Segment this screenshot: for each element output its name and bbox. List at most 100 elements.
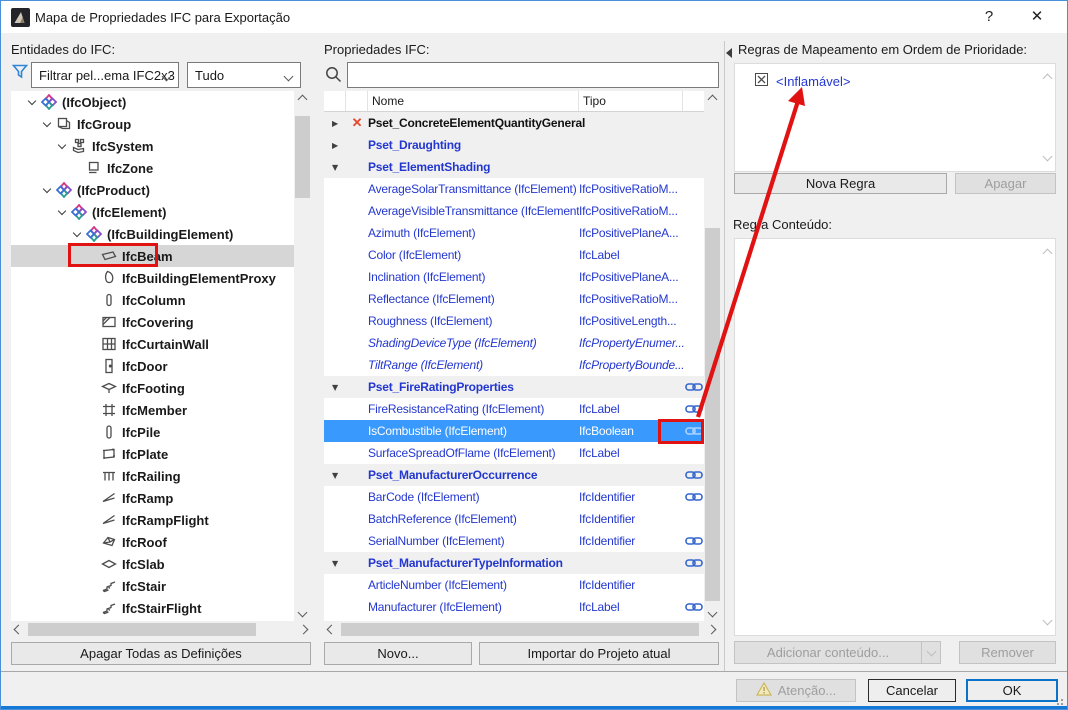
- property-row[interactable]: BarCode (IfcElement) IfcIdentifier: [324, 486, 704, 508]
- tree-item-ifcbuildingelementproxy[interactable]: IfcBuildingElementProxy: [11, 267, 294, 289]
- filter-scheme-select[interactable]: Filtrar pel...ema IFC2x3: [31, 62, 179, 88]
- scroll-up-icon[interactable]: [1042, 73, 1053, 84]
- pset-row[interactable]: ▶ Pset_Draughting: [324, 134, 704, 156]
- tree-item-ifccovering[interactable]: IfcCovering: [11, 311, 294, 333]
- tree-vertical-scrollbar[interactable]: [294, 91, 311, 621]
- table-horizontal-scrollbar[interactable]: [324, 622, 719, 637]
- tree-item-ifcelement[interactable]: (IfcElement): [11, 201, 294, 223]
- tree-item-ifcbuildingelement[interactable]: (IfcBuildingElement): [11, 223, 294, 245]
- import-from-project-button[interactable]: Importar do Projeto atual: [479, 642, 719, 665]
- pset-row[interactable]: ▼ Pset_ManufacturerOccurrence: [324, 464, 704, 486]
- new-rule-button[interactable]: Nova Regra: [734, 173, 947, 194]
- tree-horizontal-scrollbar[interactable]: [11, 622, 311, 637]
- property-row[interactable]: SerialNumber (IfcElement) IfcIdentifier: [324, 530, 704, 552]
- warning-button[interactable]: Atenção...: [736, 679, 856, 702]
- resize-grip[interactable]: [1054, 694, 1064, 705]
- tree-expand-icon[interactable]: [55, 206, 69, 216]
- scroll-down-icon[interactable]: [1042, 151, 1053, 162]
- property-name: Manufacturer (IfcElement): [368, 600, 502, 614]
- property-row[interactable]: Roughness (IfcElement) IfcPositiveLength.…: [324, 310, 704, 332]
- column-header-type[interactable]: Tipo: [579, 91, 683, 111]
- tree-item-ifccurtainwall[interactable]: IfcCurtainWall: [11, 333, 294, 355]
- expander-icon[interactable]: ▶: [324, 119, 346, 128]
- expander-icon[interactable]: ▶: [324, 141, 346, 150]
- tree-item-ifcobject[interactable]: (IfcObject): [11, 91, 294, 113]
- property-row[interactable]: BatchReference (IfcElement) IfcIdentifier: [324, 508, 704, 530]
- rule-content-label: Regra Conteúdo:: [733, 217, 833, 232]
- cancel-button[interactable]: Cancelar: [868, 679, 956, 702]
- tree-item-ifcdoor[interactable]: IfcDoor: [11, 355, 294, 377]
- tree-item-ifccolumn[interactable]: IfcColumn: [11, 289, 294, 311]
- property-row[interactable]: IsCombustible (IfcElement) IfcBoolean: [324, 420, 704, 442]
- pset-row[interactable]: ▼ Pset_ManufacturerTypeInformation: [324, 552, 704, 574]
- property-name: AverageSolarTransmittance (IfcElement): [368, 182, 577, 196]
- property-row[interactable]: Manufacturer (IfcElement) IfcLabel: [324, 596, 704, 618]
- tree-item-ifcstairflight[interactable]: IfcStairFlight: [11, 597, 294, 619]
- properties-label: Propriedades IFC:: [324, 42, 430, 57]
- expander-icon[interactable]: ▼: [324, 471, 346, 480]
- new-button[interactable]: Novo...: [324, 642, 472, 665]
- expander-icon[interactable]: ▼: [324, 383, 346, 392]
- scroll-down-icon[interactable]: [1042, 615, 1053, 626]
- property-row[interactable]: Color (IfcElement) IfcLabel: [324, 244, 704, 266]
- property-row[interactable]: FireResistanceRating (IfcElement) IfcLabe…: [324, 398, 704, 420]
- tree-expand-icon[interactable]: [40, 118, 54, 128]
- tree-item-ifcstair[interactable]: IfcStair: [11, 575, 294, 597]
- tree-item-ifcslab[interactable]: IfcSlab: [11, 553, 294, 575]
- tree-expand-icon[interactable]: [40, 184, 54, 194]
- tree-item-ifcbeam[interactable]: IfcBeam: [11, 245, 294, 267]
- property-row[interactable]: SurfaceSpreadOfFlame (IfcElement) IfcLabe…: [324, 442, 704, 464]
- help-button[interactable]: ?: [967, 1, 1011, 33]
- add-content-dropdown[interactable]: [921, 642, 940, 663]
- table-scroll-thumb[interactable]: [705, 228, 720, 601]
- rule-checkbox[interactable]: [755, 73, 768, 89]
- tree-item-ifczone[interactable]: IfcZone: [11, 157, 294, 179]
- tree-item-ifcmember[interactable]: IfcMember: [11, 399, 294, 421]
- tree-item-ifcramp[interactable]: IfcRamp: [11, 487, 294, 509]
- tree-item-ifcplate[interactable]: IfcPlate: [11, 443, 294, 465]
- table-vertical-scrollbar[interactable]: [704, 91, 721, 621]
- tree-item-ifcfooting[interactable]: IfcFooting: [11, 377, 294, 399]
- tree-item-ifcrampflight[interactable]: IfcRampFlight: [11, 509, 294, 531]
- pset-row[interactable]: ▶ ✕ Pset_ConcreteElementQuantityGeneral: [324, 112, 704, 134]
- tree-expand-icon[interactable]: [25, 96, 39, 106]
- close-button[interactable]: ✕: [1015, 1, 1059, 33]
- property-type: IfcIdentifier: [579, 512, 636, 526]
- tree-item-ifcroof[interactable]: IfcRoof: [11, 531, 294, 553]
- tree-item-ifcproduct[interactable]: (IfcProduct): [11, 179, 294, 201]
- tree-scroll-thumb[interactable]: [295, 116, 310, 198]
- delete-all-definitions-button[interactable]: Apagar Todas as Definições: [11, 642, 311, 665]
- delete-rule-button[interactable]: Apagar: [955, 173, 1056, 194]
- collapse-arrow-icon[interactable]: [725, 46, 733, 61]
- ok-button[interactable]: OK: [966, 679, 1058, 702]
- table-hscroll-thumb[interactable]: [341, 623, 699, 636]
- property-row[interactable]: AverageVisibleTransmittance (IfcElement)…: [324, 200, 704, 222]
- remove-content-button[interactable]: Remover: [959, 641, 1056, 664]
- expander-icon[interactable]: ▼: [324, 559, 346, 568]
- property-name: ArticleNumber (IfcElement): [368, 578, 507, 592]
- property-row[interactable]: ArticleNumber (IfcElement) IfcIdentifier: [324, 574, 704, 596]
- filter-scope-select[interactable]: Tudo: [187, 62, 301, 88]
- search-input[interactable]: [347, 62, 719, 88]
- tree-hscroll-thumb[interactable]: [28, 623, 256, 636]
- add-content-button[interactable]: Adicionar conteúdo...: [734, 641, 941, 664]
- pset-row[interactable]: ▼ Pset_ElementShading: [324, 156, 704, 178]
- tree-item-ifcrailing[interactable]: IfcRailing: [11, 465, 294, 487]
- property-row[interactable]: AverageSolarTransmittance (IfcElement) If…: [324, 178, 704, 200]
- tree-item-label: IfcMember: [122, 402, 188, 418]
- expander-icon[interactable]: ▼: [324, 163, 346, 172]
- tree-item-ifcpile[interactable]: IfcPile: [11, 421, 294, 443]
- property-row[interactable]: ShadingDeviceType (IfcElement) IfcPropert…: [324, 332, 704, 354]
- rule-list-item[interactable]: <Inflamável>: [755, 73, 850, 89]
- column-header-name[interactable]: Nome: [368, 91, 579, 111]
- property-row[interactable]: Inclination (IfcElement) IfcPositivePlane…: [324, 266, 704, 288]
- tree-item-ifcgroup[interactable]: IfcGroup: [11, 113, 294, 135]
- property-row[interactable]: Reflectance (IfcElement) IfcPositiveRatio…: [324, 288, 704, 310]
- pset-row[interactable]: ▼ Pset_FireRatingProperties: [324, 376, 704, 398]
- tree-expand-icon[interactable]: [70, 228, 84, 238]
- property-row[interactable]: Azimuth (IfcElement) IfcPositivePlaneA...: [324, 222, 704, 244]
- scroll-up-icon[interactable]: [1042, 248, 1053, 259]
- tree-item-ifcsystem[interactable]: IfcSystem: [11, 135, 294, 157]
- tree-expand-icon[interactable]: [55, 140, 69, 150]
- property-row[interactable]: TiltRange (IfcElement) IfcPropertyBounde.…: [324, 354, 704, 376]
